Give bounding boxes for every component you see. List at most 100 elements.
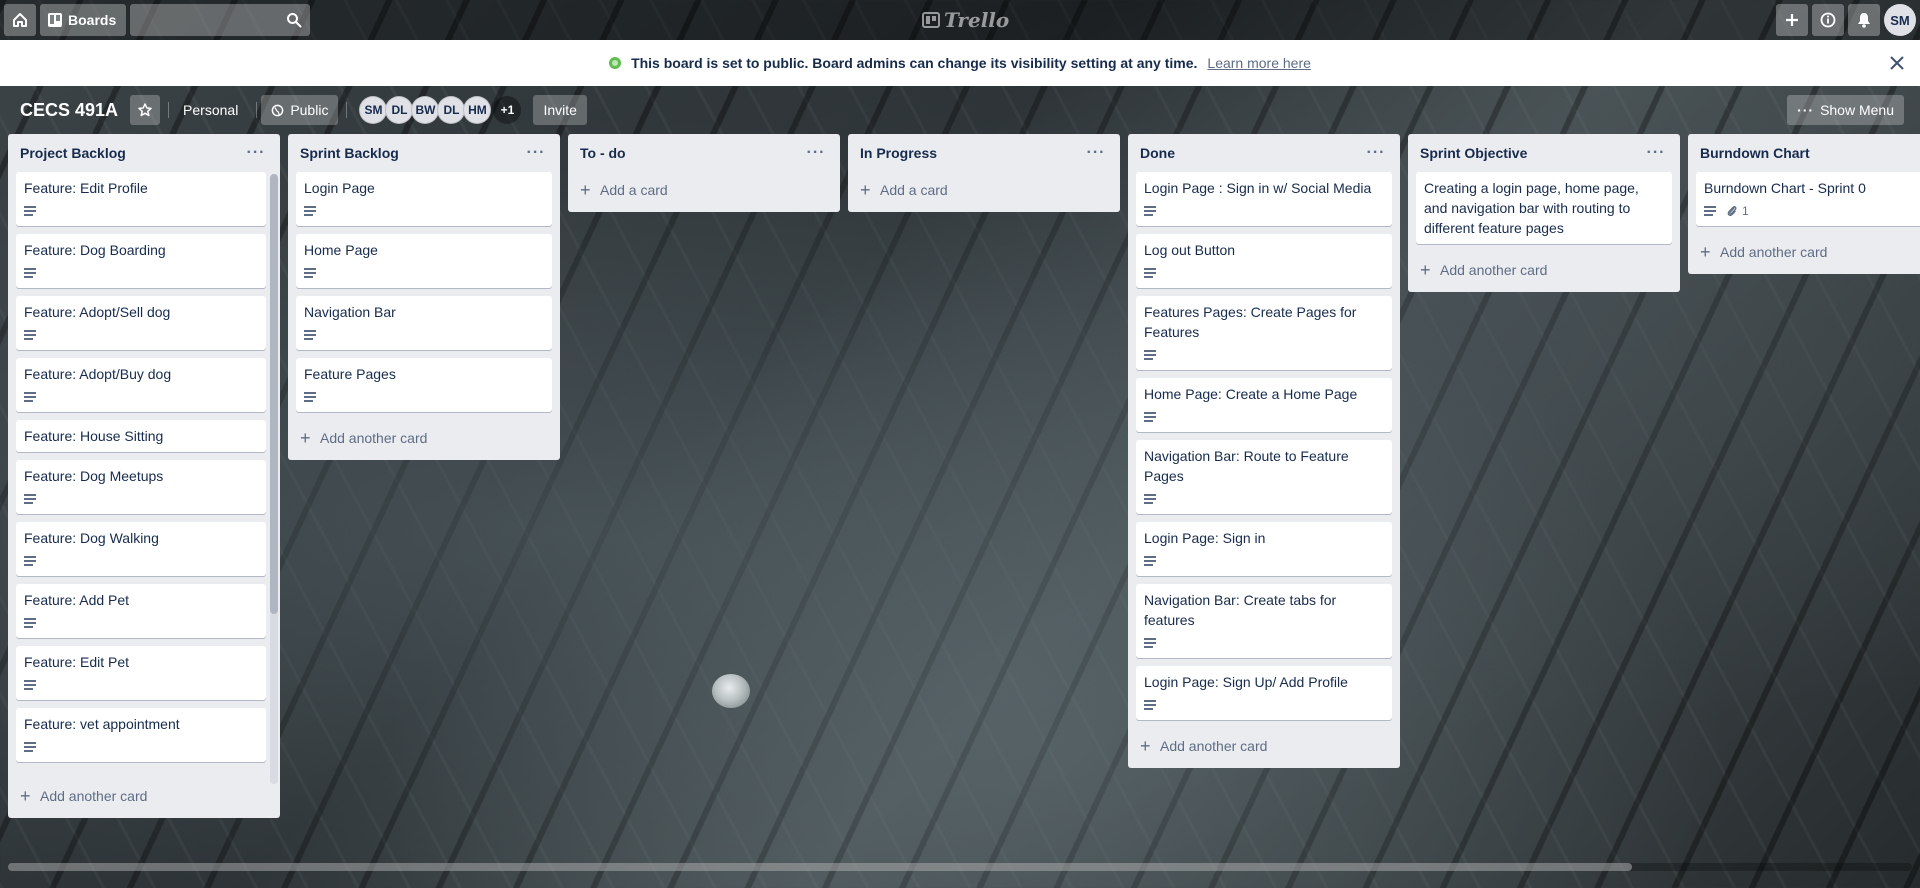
list-title[interactable]: In Progress [860, 145, 937, 161]
board-members: SM DL BW DL HM +1 [359, 96, 522, 124]
card-badges [1144, 486, 1384, 512]
list-to-do[interactable]: To - do ··· + Add a card [568, 134, 840, 212]
list-in-progress[interactable]: In Progress ··· + Add a card [848, 134, 1120, 212]
invite-button[interactable]: Invite [533, 95, 587, 125]
card[interactable]: Login Page [296, 172, 552, 226]
create-button[interactable] [1776, 4, 1808, 36]
list-menu-icon[interactable]: ··· [804, 144, 828, 162]
card[interactable]: Feature: vet appointment [16, 708, 266, 762]
user-avatar[interactable]: SM [1884, 4, 1916, 36]
description-icon [24, 618, 36, 628]
close-icon[interactable] [1886, 52, 1908, 74]
add-card-button[interactable]: + Add another card [1692, 234, 1920, 270]
description-icon [304, 392, 316, 402]
card[interactable]: Feature: Dog Meetups [16, 460, 266, 514]
card[interactable]: Navigation Bar [296, 296, 552, 350]
description-icon [1704, 206, 1716, 216]
board-title[interactable]: CECS 491A [8, 100, 130, 121]
member-avatar[interactable]: BW [411, 96, 440, 124]
list-title[interactable]: To - do [580, 145, 626, 161]
card-title: Feature: Dog Meetups [24, 468, 164, 484]
list-menu-icon[interactable]: ··· [1644, 144, 1668, 162]
card[interactable]: Feature: Adopt/Buy dog [16, 358, 266, 412]
public-board-notice: This board is set to public. Board admin… [0, 40, 1920, 86]
list-menu-icon[interactable]: ··· [524, 144, 548, 162]
member-avatar[interactable]: DL [385, 96, 414, 124]
add-card-button[interactable]: + Add a card [572, 172, 836, 208]
horizontal-scrollbar[interactable] [0, 860, 1920, 874]
list-title[interactable]: Burndown Chart [1700, 145, 1810, 161]
star-button[interactable] [130, 95, 161, 125]
card[interactable]: Navigation Bar: Create tabs for features [1136, 584, 1392, 658]
card[interactable]: Creating a login page, home page, and na… [1416, 172, 1672, 244]
card-badges [304, 322, 544, 348]
add-card-button[interactable]: + Add another card [292, 420, 556, 456]
card[interactable]: Login Page: Sign Up/ Add Profile [1136, 666, 1392, 720]
member-avatar[interactable]: DL [437, 96, 466, 124]
add-card-button[interactable]: + Add a card [852, 172, 1116, 208]
scrollbar-thumb[interactable] [8, 863, 1632, 871]
card[interactable]: Features Pages: Create Pages for Feature… [1136, 296, 1392, 370]
plus-icon: + [1140, 736, 1151, 756]
list-sprint-objective[interactable]: Sprint Objective ··· Creating a login page… [1408, 134, 1680, 292]
card[interactable]: Feature: Dog Walking [16, 522, 266, 576]
card[interactable]: Feature: Edit Pet [16, 646, 266, 700]
list-header[interactable]: Project Backlog ··· [8, 134, 280, 172]
info-button[interactable] [1812, 4, 1844, 36]
list-header[interactable]: To - do ··· [568, 134, 840, 172]
card[interactable]: Login Page : Sign in w/ Social Media [1136, 172, 1392, 226]
card[interactable]: Feature: House Sitting [16, 420, 266, 452]
card[interactable]: Burndown Chart - Sprint 0 1 [1696, 172, 1920, 226]
add-card-button[interactable]: + Add another card [1132, 728, 1396, 764]
list-scrollbar[interactable] [270, 174, 278, 784]
list-menu-icon[interactable]: ··· [1084, 144, 1108, 162]
list-header[interactable]: Done ··· [1128, 134, 1400, 172]
list-done[interactable]: Done ··· Login Page : Sign in w/ Social Me… [1128, 134, 1400, 768]
team-button[interactable]: Personal [173, 95, 248, 125]
show-menu-label: Show Menu [1820, 102, 1894, 118]
card[interactable]: Home Page: Create a Home Page [1136, 378, 1392, 432]
list-project-backlog[interactable]: Project Backlog ··· Feature: Edit Profile F… [8, 134, 280, 818]
list-header[interactable]: Burndown Chart··· [1688, 134, 1920, 172]
card[interactable]: Feature: Adopt/Sell dog [16, 296, 266, 350]
list-menu-icon[interactable]: ··· [244, 144, 268, 162]
more-members-badge[interactable]: +1 [493, 96, 522, 124]
top-header: Boards Trello SM [0, 0, 1920, 40]
list-title[interactable]: Sprint Objective [1420, 145, 1527, 161]
add-card-label: Add another card [320, 430, 428, 446]
learn-more-link[interactable]: Learn more here [1207, 55, 1311, 71]
list-title[interactable]: Done [1140, 145, 1175, 161]
list-title[interactable]: Project Backlog [20, 145, 126, 161]
add-card-button[interactable]: + Add another card [12, 778, 276, 814]
card-list: Login Page : Sign in w/ Social Media Log … [1128, 172, 1400, 728]
card-badges [1144, 404, 1384, 430]
list-sprint-backlog[interactable]: Sprint Backlog ··· Login Page Home Page Navi… [288, 134, 560, 460]
home-button[interactable] [4, 4, 36, 36]
card[interactable]: Login Page: Sign in [1136, 522, 1392, 576]
card[interactable]: Feature: Dog Boarding [16, 234, 266, 288]
card[interactable]: Log out Button [1136, 234, 1392, 288]
card[interactable]: Feature Pages [296, 358, 552, 412]
list-header[interactable]: Sprint Backlog ··· [288, 134, 560, 172]
list-header[interactable]: Sprint Objective ··· [1408, 134, 1680, 172]
list-menu-icon[interactable]: ··· [1364, 144, 1388, 162]
member-avatar[interactable]: SM [359, 96, 388, 124]
member-avatar[interactable]: HM [463, 96, 492, 124]
list-header[interactable]: In Progress ··· [848, 134, 1120, 172]
show-menu-button[interactable]: ··· Show Menu [1787, 95, 1904, 125]
notifications-button[interactable] [1848, 4, 1880, 36]
list-burndown-chart[interactable]: Burndown Chart···Burndown Chart - Sprint… [1688, 134, 1920, 274]
card-badges [1144, 342, 1384, 368]
list-title[interactable]: Sprint Backlog [300, 145, 399, 161]
trello-logo[interactable]: Trello [922, 8, 1009, 32]
card[interactable]: Feature: Edit Profile [16, 172, 266, 226]
card[interactable]: Navigation Bar: Route to Feature Pages [1136, 440, 1392, 514]
search-input[interactable] [130, 4, 311, 36]
boards-button[interactable]: Boards [40, 4, 127, 36]
add-card-button[interactable]: + Add another card [1412, 252, 1676, 288]
visibility-button[interactable]: Public [261, 95, 339, 125]
plus-icon: + [1700, 242, 1711, 262]
card[interactable]: Feature: Add Pet [16, 584, 266, 638]
card[interactable]: Home Page [296, 234, 552, 288]
list-scrollbar-thumb[interactable] [270, 174, 278, 614]
